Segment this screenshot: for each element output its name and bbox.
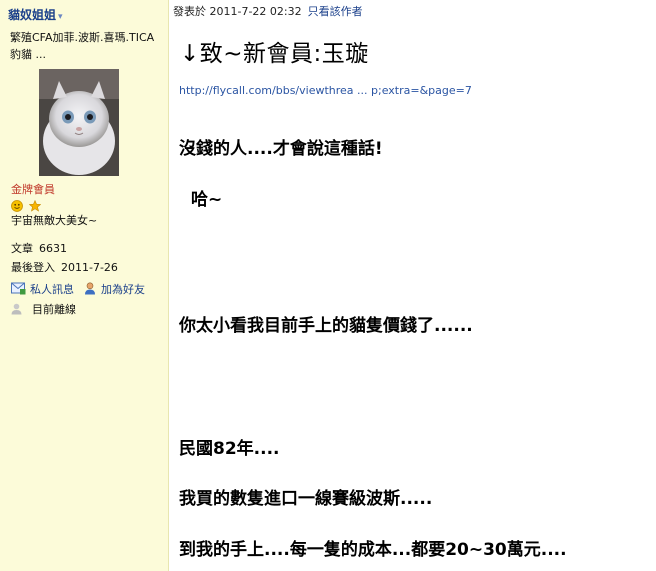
post-line: 沒錢的人....才會說這種話! — [179, 139, 383, 159]
post-time: 發表於 2011-7-22 02:32 — [173, 5, 302, 18]
stat-posts: 文章 6631 — [11, 240, 67, 256]
offline-user-icon — [11, 303, 22, 318]
stat-value: 6631 — [39, 242, 67, 255]
username[interactable]: 貓奴姐姐 ▾ — [8, 6, 63, 23]
rank-title: 金牌會員 — [11, 183, 55, 196]
post-title: ↓致~新會員:玉璇 — [180, 41, 369, 67]
stat-label: 最後登入 — [11, 261, 55, 274]
add-friend-button[interactable]: 加為好友 — [84, 281, 145, 298]
pm-label[interactable]: 私人訊息 — [30, 283, 74, 296]
user-sidebar: 貓奴姐姐 ▾ 繁殖CFA加菲.波斯.喜瑪.TICA豹貓 ... 金牌會員 宇宙無… — [0, 0, 169, 571]
chevron-down-icon[interactable]: ▾ — [58, 12, 63, 22]
rank-icons — [11, 197, 42, 212]
post-line: 民國82年.... — [179, 439, 280, 459]
stat-value: 2011-7-26 — [61, 261, 118, 274]
username-text[interactable]: 貓奴姐姐 — [8, 8, 56, 22]
post-line: 你太小看我目前手上的貓隻價錢了...... — [179, 316, 473, 336]
avatar[interactable] — [39, 69, 119, 176]
message-icon — [11, 282, 26, 298]
online-status: 目前離線 — [11, 301, 76, 318]
online-status-text: 目前離線 — [32, 303, 76, 316]
add-friend-label[interactable]: 加為好友 — [101, 283, 145, 296]
post-url-link[interactable]: http://flycall.com/bbs/viewthrea ... p;e… — [179, 84, 472, 97]
stat-label: 文章 — [11, 242, 33, 255]
cat-avatar-image — [39, 69, 119, 176]
post-line: 哈~ — [191, 190, 223, 210]
user-motto: 宇宙無敵大美女~ — [11, 214, 98, 227]
stat-last-login: 最後登入 2011-7-26 — [11, 259, 118, 275]
post-content: 發表於 2011-7-22 02:32 只看該作者 ↓致~新會員:玉璇 http:… — [169, 0, 656, 571]
user-add-icon — [84, 282, 97, 298]
only-author-link[interactable]: 只看該作者 — [308, 5, 363, 18]
post-meta: 發表於 2011-7-22 02:32 只看該作者 — [173, 3, 363, 19]
post-line: 到我的手上....每一隻的成本...都要20~30萬元.... — [179, 540, 567, 560]
pm-button[interactable]: 私人訊息 — [11, 281, 74, 298]
user-description: 繁殖CFA加菲.波斯.喜瑪.TICA豹貓 ... — [10, 31, 155, 61]
post-line: 我買的數隻進口一線賽級波斯..... — [179, 489, 433, 509]
